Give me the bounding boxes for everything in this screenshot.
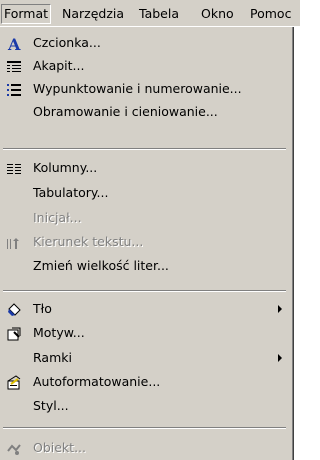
menu-item-label: Autoformatowanie... <box>33 374 161 389</box>
menu-item-label: Tło <box>33 301 52 316</box>
menu-okno-label: Okno <box>201 6 234 21</box>
object-icon <box>5 440 23 458</box>
paragraph-icon <box>5 58 23 76</box>
svg-text:A: A <box>7 36 21 52</box>
menu-tabela-label: Tabela <box>139 6 179 21</box>
menu-item-kierunek-tekstu[interactable]: Kierunek tekstu... <box>0 231 290 254</box>
menu-item-tlo[interactable]: Tło <box>0 298 290 321</box>
menu-separator <box>3 427 286 429</box>
menu-item-label: Motyw... <box>33 325 85 340</box>
menu-item-inicjal[interactable]: Inicjał... <box>0 207 290 230</box>
fill-bucket-icon <box>5 301 23 319</box>
menu-item-styl[interactable]: Styl... <box>0 395 290 418</box>
menu-item-label: Inicjał... <box>33 210 82 225</box>
submenu-arrow-icon <box>278 354 282 362</box>
menu-item-label: Ramki <box>33 350 72 365</box>
menu-bar: Format Narzędzia Tabela Okno Pomoc <box>0 0 300 26</box>
font-icon: A <box>5 35 23 53</box>
menu-item-label: Kolumny... <box>33 160 98 175</box>
menu-separator <box>3 148 286 150</box>
menu-pomoc-label: Pomoc <box>250 6 292 21</box>
menu-item-label: Czcionka... <box>33 35 101 50</box>
menu-item-czcionka[interactable]: A Czcionka... <box>0 32 290 55</box>
menu-item-obiekt[interactable]: Obiekt... <box>0 437 290 460</box>
bullets-icon <box>5 81 23 99</box>
menu-item-akapit[interactable]: Akapit... <box>0 55 290 78</box>
menu-item-label: Obramowanie i cieniowanie... <box>33 104 218 119</box>
menu-okno[interactable]: Okno <box>201 5 234 23</box>
menu-narzedzia-label: Narzędzia <box>62 6 125 21</box>
menu-pomoc[interactable]: Pomoc <box>250 5 291 23</box>
menu-separator <box>3 290 286 292</box>
menu-item-kolumny[interactable]: Kolumny... <box>0 157 290 180</box>
text-direction-icon <box>5 234 23 252</box>
menu-item-label: Kierunek tekstu... <box>33 234 144 249</box>
autoformat-icon <box>5 374 23 392</box>
menu-item-label: Obiekt... <box>33 440 86 455</box>
format-dropdown-menu: A Czcionka... Akapit... Wypunktowanie i … <box>0 27 293 460</box>
menu-item-label: Styl... <box>33 398 69 413</box>
menu-format-label: Format <box>4 6 49 21</box>
menu-tabela[interactable]: Tabela <box>139 5 179 23</box>
menu-item-wypunktowanie[interactable]: Wypunktowanie i numerowanie... <box>0 78 290 101</box>
menu-item-label: Zmień wielkość liter... <box>33 258 169 273</box>
submenu-arrow-icon <box>278 305 282 313</box>
menu-item-label: Wypunktowanie i numerowanie... <box>33 81 242 96</box>
menu-item-label: Akapit... <box>33 58 85 73</box>
menu-item-motyw[interactable]: Motyw... <box>0 322 290 345</box>
menu-item-tabulatory[interactable]: Tabulatory... <box>0 182 290 205</box>
menu-item-ramki[interactable]: Ramki <box>0 347 290 370</box>
theme-icon <box>5 325 23 343</box>
menu-item-obramowanie[interactable]: Obramowanie i cieniowanie... <box>0 101 290 124</box>
menu-item-zmien-wielkosc-liter[interactable]: Zmień wielkość liter... <box>0 255 290 278</box>
menu-format[interactable]: Format <box>1 4 52 24</box>
menu-item-autoformatowanie[interactable]: Autoformatowanie... <box>0 371 290 394</box>
menu-item-label: Tabulatory... <box>33 185 109 200</box>
menu-narzedzia[interactable]: Narzędzia <box>62 5 124 23</box>
columns-icon <box>5 160 23 178</box>
